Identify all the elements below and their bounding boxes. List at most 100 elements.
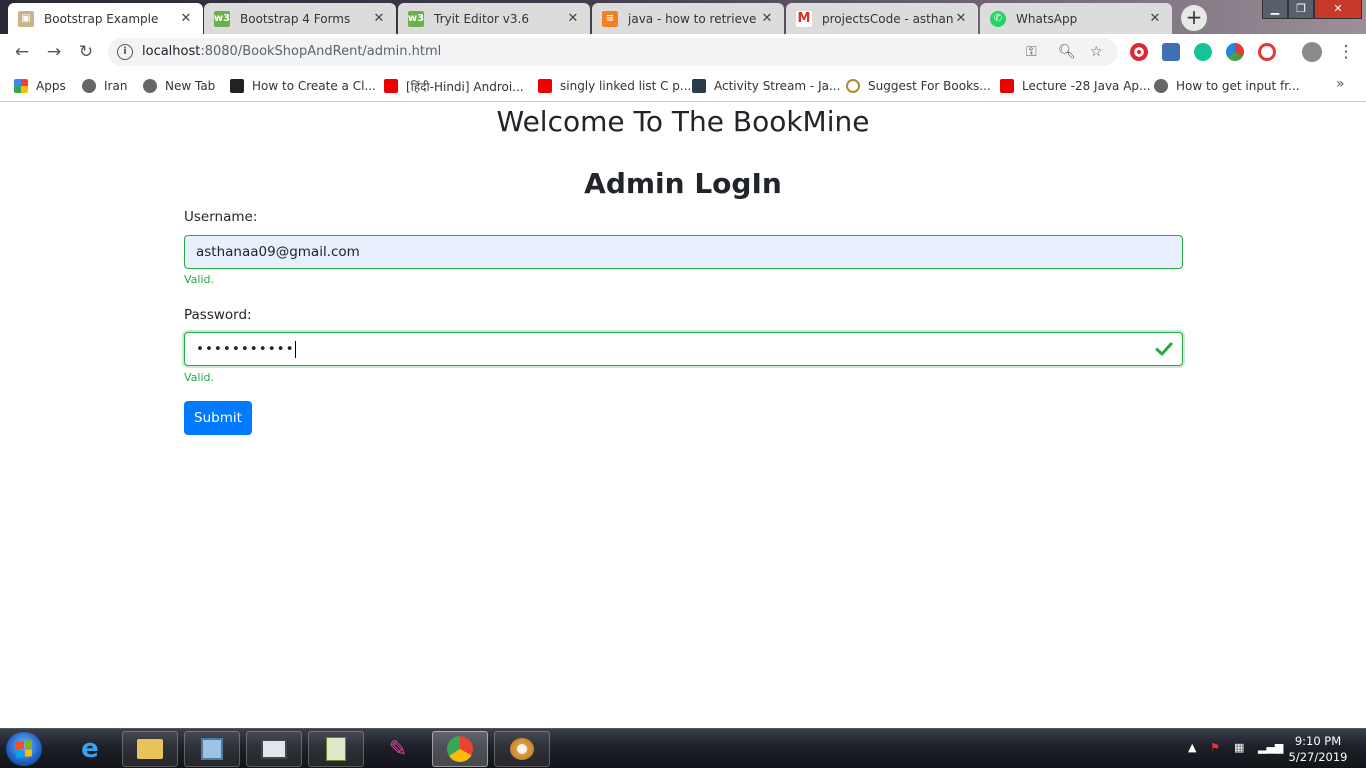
action-center-flag-icon[interactable]: ⚑ <box>1210 741 1220 754</box>
tab-stackoverflow[interactable]: ≡ java - how to retrieve da ✕ <box>592 3 784 34</box>
power-icon[interactable]: ▦ <box>1234 741 1244 754</box>
tab-title: Tryit Editor v3.6 <box>434 11 529 26</box>
taskbar: e ✎ ▲ ⚑ ▦ ▂▄▆ 9:10 PM 5/27/2019 <box>0 728 1366 768</box>
globe-icon <box>1154 79 1168 93</box>
close-icon[interactable]: ✕ <box>760 11 774 26</box>
checkmark-icon <box>1155 342 1173 356</box>
close-icon[interactable]: ✕ <box>566 11 580 26</box>
tab-tryit-editor[interactable]: w3 Tryit Editor v3.6 ✕ <box>398 3 590 34</box>
url-path: :8080/BookShopAndRent/admin.html <box>200 44 442 59</box>
back-button[interactable]: ← <box>10 40 34 64</box>
bookmark-activity-stream[interactable]: Activity Stream - Ja... <box>692 77 840 95</box>
bookmark-create-class[interactable]: How to Create a Cl... <box>230 77 376 95</box>
bookmark-new-tab[interactable]: New Tab <box>143 77 215 95</box>
tab-whatsapp[interactable]: ✆ WhatsApp ✕ <box>980 3 1172 34</box>
start-button[interactable] <box>6 732 42 766</box>
chevron-double-right-icon[interactable]: » <box>1336 76 1345 92</box>
bookmark-label: Activity Stream - Ja... <box>714 79 841 93</box>
form-title: Admin LogIn <box>584 167 782 200</box>
chrome-icon[interactable] <box>432 731 488 767</box>
site-icon <box>230 79 244 93</box>
bookmark-suggest-books[interactable]: Suggest For Books... <box>846 77 991 95</box>
w3schools-icon: w3 <box>408 10 424 27</box>
gmail-icon: M <box>796 10 812 27</box>
close-icon[interactable]: ✕ <box>372 11 386 26</box>
page-content: Welcome To The BookMine Admin LogIn User… <box>0 103 1366 728</box>
virtualbox-icon[interactable] <box>184 731 240 767</box>
bookmark-label: How to Create a Cl... <box>252 79 376 93</box>
bookmark-get-input[interactable]: How to get input fr... <box>1154 77 1300 95</box>
internet-explorer-icon[interactable]: e <box>62 731 118 767</box>
w3schools-icon: w3 <box>214 10 230 27</box>
close-window-button[interactable]: ✕ <box>1314 0 1362 19</box>
stackoverflow-icon: ≡ <box>602 10 618 27</box>
password-input[interactable]: ••••••••••• <box>184 332 1183 366</box>
show-hidden-icons[interactable]: ▲ <box>1188 741 1196 754</box>
tab-title: projectsCode - asthanaa <box>822 11 954 26</box>
url-text: localhost:8080/BookShopAndRent/admin.htm… <box>142 44 441 59</box>
horseshoe-icon <box>846 79 860 93</box>
close-icon[interactable]: ✕ <box>1148 11 1162 26</box>
reload-button[interactable]: ↻ <box>74 40 98 64</box>
paint-icon[interactable] <box>494 731 550 767</box>
whatsapp-icon: ✆ <box>990 10 1006 27</box>
bookmark-hindi-android[interactable]: [हिंदी-Hindi] Androi... <box>384 77 524 95</box>
tab-title: Bootstrap Example <box>44 11 159 26</box>
bookmark-apps[interactable]: Apps <box>14 77 66 95</box>
cube-extension-icon[interactable] <box>1162 43 1180 61</box>
maximize-button[interactable]: ❐ <box>1288 0 1314 19</box>
g-extension-icon[interactable] <box>1258 43 1276 61</box>
url-host: localhost <box>142 44 201 59</box>
bookmark-label: Suggest For Books... <box>868 79 991 93</box>
youtube-icon <box>538 79 552 93</box>
key-icon[interactable]: ⚿ <box>1026 44 1037 60</box>
page-title: Welcome To The BookMine <box>496 105 870 138</box>
tab-title: WhatsApp <box>1016 11 1078 26</box>
notepad-plus-plus-icon[interactable] <box>308 731 364 767</box>
password-value: ••••••••••• <box>196 341 295 357</box>
window-app-icon[interactable] <box>246 731 302 767</box>
username-input[interactable]: asthanaa09@gmail.com <box>184 235 1183 269</box>
password-feedback: Valid. <box>184 371 215 384</box>
close-icon[interactable]: ✕ <box>954 11 968 26</box>
forward-button[interactable]: → <box>42 40 66 64</box>
username-feedback: Valid. <box>184 273 215 286</box>
apps-grid-icon <box>14 79 28 93</box>
tab-title: java - how to retrieve da <box>628 11 760 26</box>
color-extension-icon[interactable] <box>1226 43 1244 61</box>
system-clock[interactable]: 9:10 PM 5/27/2019 <box>1283 733 1353 765</box>
file-explorer-icon[interactable] <box>122 731 178 767</box>
bookmark-linked-list[interactable]: singly linked list C p... <box>538 77 691 95</box>
paint-brush-icon[interactable]: ✎ <box>370 731 426 767</box>
bookmark-label: [हिंदी-Hindi] Androi... <box>406 79 524 94</box>
bookmark-lecture-28[interactable]: Lecture -28 Java Ap... <box>1000 77 1150 95</box>
close-icon[interactable]: ✕ <box>179 11 193 26</box>
star-icon[interactable]: ☆ <box>1090 44 1103 60</box>
submit-button[interactable]: Submit <box>184 401 252 435</box>
profile-avatar[interactable] <box>1302 42 1322 62</box>
zoom-icon[interactable]: 🔍︎ <box>1058 44 1076 60</box>
opera-extension-icon[interactable] <box>1130 43 1148 61</box>
clock-time: 9:10 PM <box>1294 734 1342 748</box>
tab-title: Bootstrap 4 Forms <box>240 11 351 26</box>
info-icon[interactable]: i <box>117 44 133 60</box>
username-value: asthanaa09@gmail.com <box>196 244 360 260</box>
clock-date: 5/27/2019 <box>1288 750 1348 764</box>
page-icon: ▣ <box>18 10 34 27</box>
tab-gmail[interactable]: M projectsCode - asthanaa ✕ <box>786 3 978 34</box>
bookmark-label: Apps <box>36 79 66 93</box>
address-bar[interactable]: i localhost:8080/BookShopAndRent/admin.h… <box>108 38 1118 66</box>
tab-strip: ▣ Bootstrap Example ✕ w3 Bootstrap 4 For… <box>0 0 1366 34</box>
globe-icon <box>82 79 96 93</box>
bookmark-iran[interactable]: Iran <box>82 77 127 95</box>
bookmark-label: How to get input fr... <box>1176 79 1300 93</box>
tab-bootstrap-4-forms[interactable]: w3 Bootstrap 4 Forms ✕ <box>204 3 396 34</box>
menu-icon[interactable]: ⋮ <box>1334 40 1358 64</box>
network-signal-icon[interactable]: ▂▄▆ <box>1258 741 1283 754</box>
bookmarks-bar: Apps Iran New Tab How to Create a Cl... … <box>0 70 1366 102</box>
tab-bootstrap-example[interactable]: ▣ Bootstrap Example ✕ <box>8 3 203 34</box>
minimize-button[interactable]: ▁ <box>1262 0 1288 19</box>
grammarly-icon[interactable] <box>1194 43 1212 61</box>
bookmark-label: singly linked list C p... <box>560 79 692 93</box>
new-tab-button[interactable]: + <box>1181 5 1207 31</box>
